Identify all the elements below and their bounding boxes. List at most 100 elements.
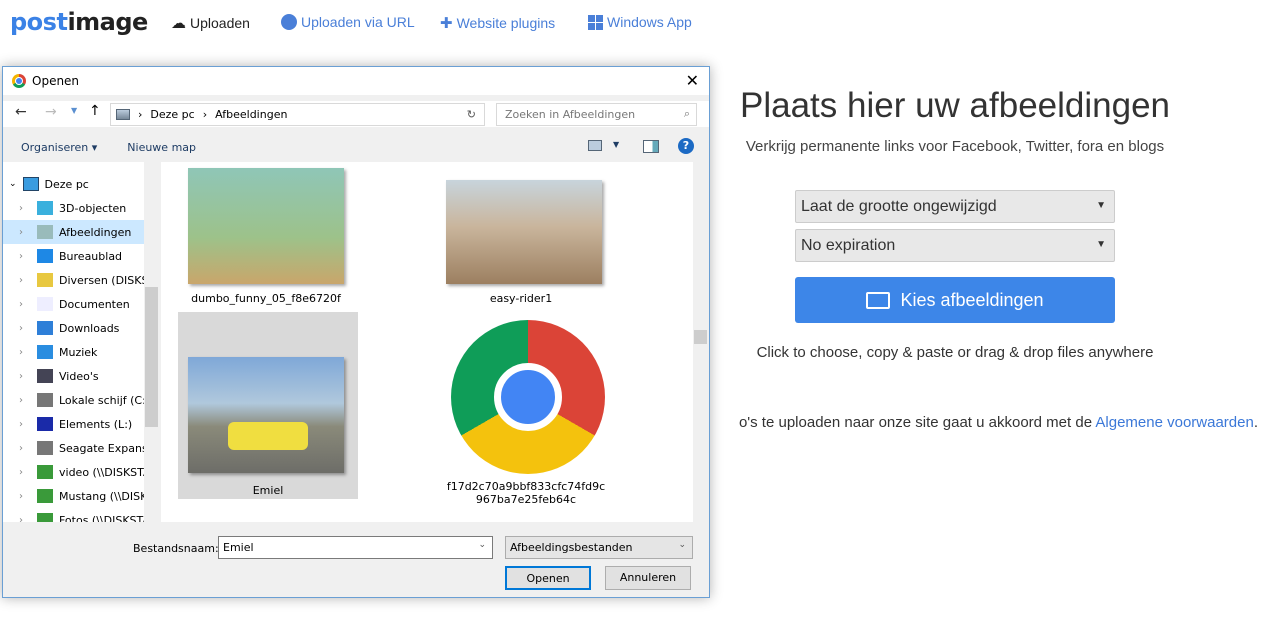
chevron-right-icon[interactable]: ›	[19, 323, 31, 334]
cancel-button[interactable]: Annuleren	[605, 566, 691, 590]
organize-button[interactable]: Organiseren ▾	[21, 141, 97, 154]
recent-dropdown-icon[interactable]: ▼	[71, 106, 77, 115]
address-row: ← → ▼ ↑ › Deze pc › Afbeeldingen ↻ Zoeken in…	[3, 101, 709, 127]
chevron-right-icon[interactable]: ›	[19, 467, 31, 478]
page-title: Plaats hier uw afbeeldingen	[739, 86, 1170, 125]
chevron-down-icon: ⌄	[678, 540, 686, 550]
network-drive-icon	[37, 513, 53, 522]
chevron-down-icon[interactable]: ⌄	[478, 540, 486, 550]
open-button[interactable]: Openen	[505, 566, 591, 590]
view-dropdown-icon[interactable]: ▼	[613, 140, 619, 149]
network-drive-icon	[37, 465, 53, 479]
preview-pane-icon[interactable]	[643, 140, 659, 153]
file-item[interactable]: easy-rider1	[441, 166, 602, 306]
file-thumbnail	[446, 180, 602, 284]
tree-item[interactable]: › Lokale schijf (C:)	[3, 388, 159, 412]
open-file-dialog: Openen ✕ ← → ▼ ↑ › Deze pc › Afbeeldingen ↻ Z…	[2, 66, 710, 598]
tree-item[interactable]: › Seagate Expansic	[3, 436, 159, 460]
resize-select[interactable]: Laat de grootte ongewijzigd ▼	[795, 190, 1115, 223]
desktop-icon	[37, 249, 53, 263]
windows-icon	[588, 14, 603, 30]
pictures-icon	[116, 109, 130, 120]
tree-item[interactable]: › Muziek	[3, 340, 159, 364]
file-thumbnail	[188, 168, 344, 284]
nav-website-plugins[interactable]: ✚ Website plugins	[440, 14, 555, 32]
refresh-icon[interactable]: ↻	[467, 108, 476, 121]
terms-text: o's te uploaden naar onze site gaat u ak…	[738, 414, 1258, 431]
chevron-right-icon[interactable]: ›	[19, 251, 31, 262]
nav-windows-app[interactable]: Windows App	[588, 14, 692, 30]
drive-icon	[37, 441, 53, 455]
dialog-titlebar: Openen ✕	[3, 67, 709, 95]
caret-down-icon: ▼	[1096, 239, 1106, 250]
file-thumbnail	[188, 357, 344, 473]
upload-hint: Click to choose, copy & paste or drag & …	[756, 344, 1154, 361]
chevron-right-icon[interactable]: ›	[19, 419, 31, 430]
folder-open-icon	[866, 291, 891, 309]
drive-icon	[37, 393, 53, 407]
caret-down-icon: ▼	[1096, 200, 1106, 211]
dialog-toolbar: Organiseren ▾ Nieuwe map ▼ ?	[3, 133, 709, 161]
documents-icon	[37, 297, 53, 311]
nav-upload[interactable]: ☁ Uploaden	[171, 14, 250, 32]
close-icon[interactable]: ✕	[686, 71, 699, 90]
forward-icon[interactable]: →	[45, 104, 57, 120]
tree-item[interactable]: › Video's	[3, 364, 159, 388]
address-bar[interactable]: › Deze pc › Afbeeldingen ↻	[110, 103, 485, 126]
page-subtitle: Verkrijg permanente links voor Facebook,…	[745, 138, 1165, 155]
3d-objects-icon	[37, 201, 53, 215]
search-input[interactable]: Zoeken in Afbeeldingen ⌕	[496, 103, 697, 126]
tree-item[interactable]: › Downloads	[3, 316, 159, 340]
help-icon[interactable]: ?	[678, 138, 694, 154]
expiration-select[interactable]: No expiration ▼	[795, 229, 1115, 262]
chevron-right-icon[interactable]: ›	[19, 443, 31, 454]
chevron-right-icon[interactable]: ›	[19, 227, 31, 238]
videos-icon	[37, 369, 53, 383]
new-folder-button[interactable]: Nieuwe map	[127, 141, 196, 154]
tree-item[interactable]: › video (\\DISKSTA	[3, 460, 159, 484]
nav-upload-url[interactable]: Uploaden via URL	[281, 14, 415, 30]
navigation-pane: ⌄ Deze pc › 3D-objecten › Afbeeldingen › Burea…	[3, 162, 159, 522]
filename-input[interactable]: Emiel ⌄	[218, 536, 493, 559]
downloads-icon	[37, 321, 53, 335]
file-item-selected[interactable]: Emiel	[178, 312, 358, 499]
terms-link[interactable]: Algemene voorwaarden	[1095, 414, 1253, 431]
chevron-right-icon[interactable]: ›	[19, 203, 31, 214]
tree-item[interactable]: › Fotos (\\DISKSTA	[3, 508, 159, 522]
chevron-right-icon[interactable]: ›	[19, 395, 31, 406]
tree-item-this-pc[interactable]: ⌄ Deze pc	[3, 172, 159, 196]
filename-label: Bestandsnaam:	[133, 542, 219, 555]
chevron-right-icon[interactable]: ›	[19, 515, 31, 523]
back-icon[interactable]: ←	[15, 104, 27, 120]
globe-icon	[281, 14, 297, 30]
wd-drive-icon	[37, 417, 53, 431]
tree-item[interactable]: › Documenten	[3, 292, 159, 316]
nav-scrollbar[interactable]	[144, 162, 159, 522]
up-icon[interactable]: ↑	[89, 103, 101, 119]
tree-item[interactable]: › Diversen (DISKST	[3, 268, 159, 292]
tree-item[interactable]: › Afbeeldingen	[3, 220, 159, 244]
music-icon	[37, 345, 53, 359]
file-item[interactable]: dumbo_funny_05_f8e6720f	[186, 166, 346, 306]
chrome-icon	[12, 74, 26, 88]
chevron-right-icon[interactable]: ›	[19, 275, 31, 286]
search-icon: ⌕	[683, 107, 690, 120]
file-list: dumbo_funny_05_f8e6720f easy-rider1 Emie…	[161, 162, 695, 522]
dialog-footer: Bestandsnaam: Emiel ⌄ Afbeeldingsbestande…	[3, 523, 709, 597]
postimage-logo[interactable]: postimage	[10, 8, 148, 36]
chevron-right-icon[interactable]: ›	[19, 347, 31, 358]
tree-item[interactable]: › Mustang (\\DISK	[3, 484, 159, 508]
view-options-icon[interactable]	[588, 140, 602, 151]
tree-item[interactable]: › Bureaublad	[3, 244, 159, 268]
file-item[interactable]: f17d2c70a9bbf833cfc74fd9c967ba7e25feb64c	[441, 312, 611, 512]
chevron-right-icon[interactable]: ›	[19, 299, 31, 310]
chevron-right-icon[interactable]: ›	[19, 491, 31, 502]
file-scrollbar[interactable]	[693, 162, 708, 522]
tree-item[interactable]: › 3D-objecten	[3, 196, 159, 220]
chevron-right-icon[interactable]: ›	[19, 371, 31, 382]
network-drive-icon	[37, 489, 53, 503]
choose-images-button[interactable]: Kies afbeeldingen	[795, 277, 1115, 323]
tree-item[interactable]: › Elements (L:)	[3, 412, 159, 436]
puzzle-icon: ✚	[440, 15, 453, 32]
filetype-select[interactable]: Afbeeldingsbestanden ⌄	[505, 536, 693, 559]
